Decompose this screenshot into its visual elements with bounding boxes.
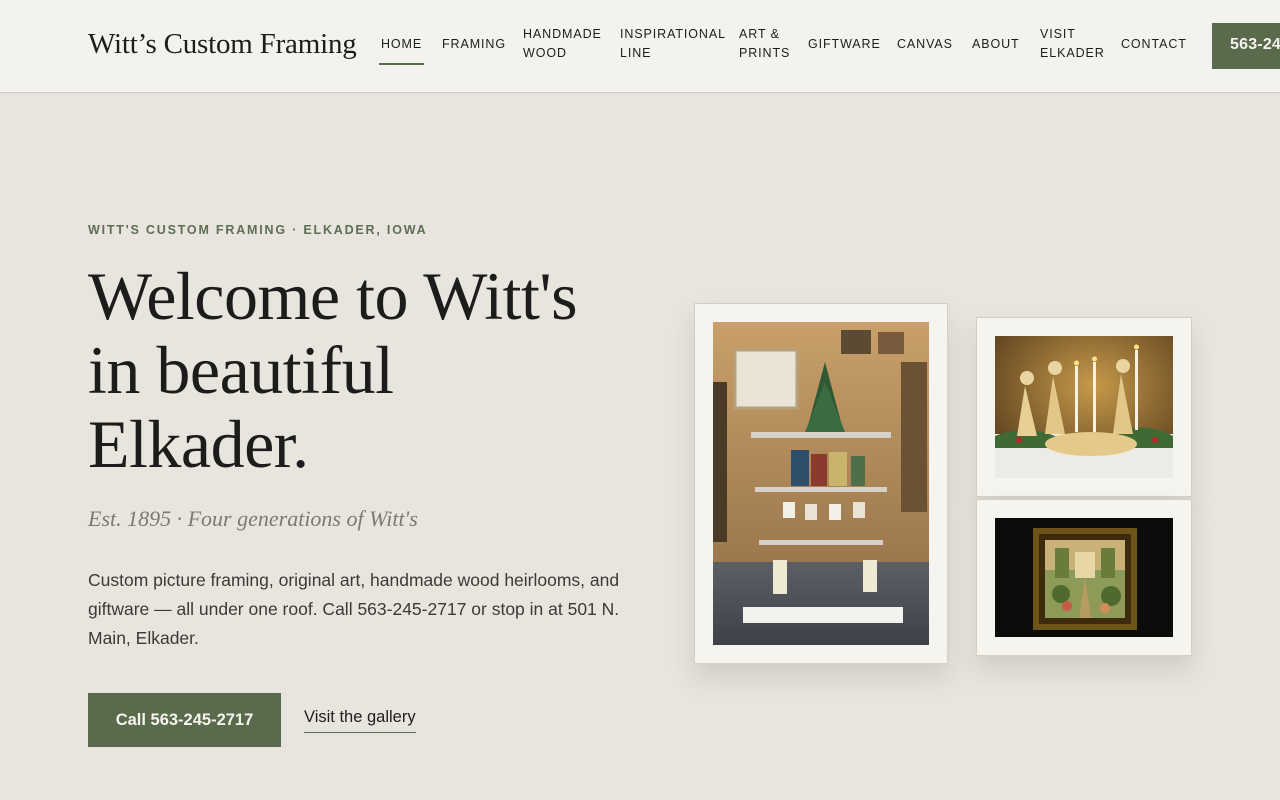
photo-frame-store-interior[interactable] xyxy=(694,303,948,664)
hero-intro: Custom picture framing, original art, ha… xyxy=(88,570,620,648)
nav-handmade-wood[interactable]: HANDMADE WOOD xyxy=(523,25,602,63)
hero-eyebrow: WITT'S CUSTOM FRAMING · ELKADER, IOWA xyxy=(88,223,428,237)
headline-line-2: in beautiful xyxy=(88,332,394,408)
call-button[interactable]: Call 563-245-2717 xyxy=(88,693,281,747)
nav-handmade-wood-line2: WOOD xyxy=(523,46,567,60)
nav-framing[interactable]: FRAMING xyxy=(442,35,506,54)
nav-home[interactable]: HOME xyxy=(379,35,425,65)
brand-logo[interactable]: Witt’s Custom Framing xyxy=(88,28,357,61)
nav-giftware-label: GIFTWARE xyxy=(808,37,881,51)
nav-inspirational-line[interactable]: INSPIRATIONAL LINE xyxy=(620,25,726,63)
photo-frame-painting[interactable] xyxy=(976,499,1192,656)
nav-inspirational-line1: INSPIRATIONAL xyxy=(620,27,726,41)
framed-painting-photo xyxy=(995,518,1173,637)
nav-framing-label: FRAMING xyxy=(442,37,506,51)
angels-candles-photo xyxy=(995,336,1173,478)
nav-home-label: HOME xyxy=(381,37,423,51)
nav-visit-elkader-line1: VISIT xyxy=(1040,27,1076,41)
nav-about[interactable]: ABOUT xyxy=(972,35,1020,54)
nav-visit-elkader[interactable]: VISIT ELKADER xyxy=(1040,25,1105,63)
headline-line-1: Welcome to Witt's xyxy=(88,258,578,334)
nav-contact[interactable]: CONTACT xyxy=(1121,35,1187,54)
nav-art-prints[interactable]: ART & PRINTS xyxy=(739,25,790,63)
nav-visit-elkader-line2: ELKADER xyxy=(1040,46,1105,60)
nav-giftware[interactable]: GIFTWARE xyxy=(808,35,881,54)
headline-line-3: Elkader. xyxy=(88,406,309,482)
header-call-button[interactable]: 563-245-2717 xyxy=(1212,23,1280,69)
nav-canvas[interactable]: CANVAS xyxy=(897,35,953,54)
nav-handmade-wood-line1: HANDMADE xyxy=(523,27,602,41)
store-interior-photo xyxy=(713,322,929,645)
nav-inspirational-line2: LINE xyxy=(620,46,652,60)
hero-headline: Welcome to Witt's in beautiful Elkader. xyxy=(88,259,648,481)
nav-canvas-label: CANVAS xyxy=(897,37,953,51)
photo-frame-angels[interactable] xyxy=(976,317,1192,497)
hero-tagline: Est. 1895 · Four generations of Witt's xyxy=(88,506,418,531)
nav-art-prints-line1: ART & xyxy=(739,27,780,41)
nav-contact-label: CONTACT xyxy=(1121,37,1187,51)
visit-gallery-link[interactable]: Visit the gallery xyxy=(304,708,416,733)
nav-art-prints-line2: PRINTS xyxy=(739,46,791,60)
nav-about-label: ABOUT xyxy=(972,37,1020,51)
site-header: Witt’s Custom Framing HOME FRAMING HANDM… xyxy=(0,0,1280,93)
